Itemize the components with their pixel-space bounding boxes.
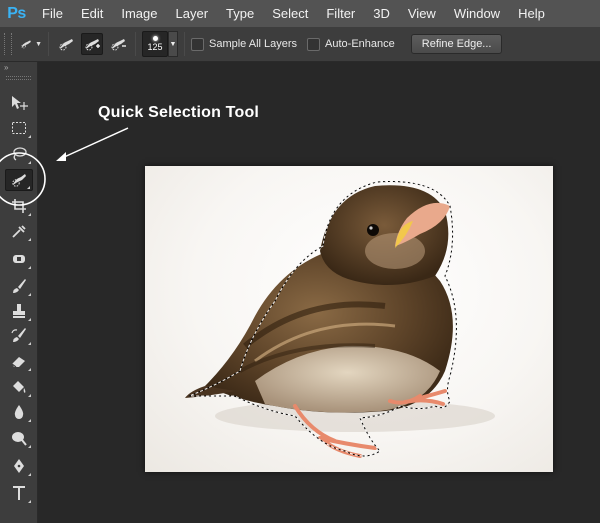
clone-stamp-tool[interactable] [5, 300, 33, 322]
subtract-selection-brush-icon [111, 39, 126, 51]
tool-flyout-indicator [28, 394, 31, 397]
paint-bucket-icon [13, 381, 26, 393]
tool-flyout-indicator [28, 213, 31, 216]
eraser-icon [11, 357, 25, 368]
new-selection-brush-icon [59, 39, 73, 51]
menu-window[interactable]: Window [445, 0, 509, 27]
tool-flyout-indicator [28, 266, 31, 269]
menu-type[interactable]: Type [217, 0, 263, 27]
chevron-down-icon: ▼ [35, 40, 42, 48]
tool-flyout-indicator [28, 161, 31, 164]
collapse-panel-button[interactable]: » [0, 62, 37, 74]
menu-view[interactable]: View [399, 0, 445, 27]
lasso-tool[interactable] [5, 143, 33, 165]
tool-flyout-indicator [28, 445, 31, 448]
auto-enhance-label: Auto-Enhance [325, 38, 395, 50]
sparrow-photo [185, 181, 495, 458]
spot-healing-brush-tool[interactable] [5, 248, 33, 270]
lasso-icon [13, 147, 27, 161]
quick-selection-icon [12, 174, 26, 187]
rectangular-marquee-tool[interactable] [5, 117, 33, 139]
bandage-icon [13, 255, 25, 263]
brush-picker-dropdown[interactable]: ▼ [168, 31, 178, 57]
menu-layer[interactable]: Layer [167, 0, 218, 27]
menu-file[interactable]: File [33, 0, 72, 27]
quick-selection-preset-icon [21, 40, 31, 49]
tool-flyout-indicator [28, 293, 31, 296]
blur-tool[interactable] [5, 401, 33, 423]
brush-picker[interactable]: 125 [142, 31, 168, 57]
add-to-selection-button[interactable] [81, 33, 103, 55]
document-image[interactable] [145, 166, 553, 472]
tool-preset-picker[interactable]: ▼ [20, 33, 42, 55]
menu-help[interactable]: Help [509, 0, 554, 27]
menu-select[interactable]: Select [263, 0, 317, 27]
brush-tool[interactable] [5, 275, 33, 297]
tool-flyout-indicator [28, 473, 31, 476]
refine-edge-button[interactable]: Refine Edge... [410, 34, 503, 54]
tools-panel: » [0, 62, 38, 523]
tool-flyout-indicator [28, 500, 31, 503]
move-tool[interactable] [5, 92, 33, 114]
eyedropper-tool[interactable] [5, 220, 33, 242]
menu-bar: Ps File Edit Image Layer Type Select Fil… [0, 0, 600, 27]
add-selection-brush-icon [85, 39, 100, 51]
options-bar: ▼ 125 ▼ Sample All Layers Auto-Enhance R… [0, 27, 600, 62]
crop-tool[interactable] [5, 195, 33, 217]
quick-selection-tool[interactable] [5, 169, 33, 191]
tool-flyout-indicator [28, 419, 31, 422]
annotation-label: Quick Selection Tool [98, 104, 260, 121]
history-brush-icon [11, 328, 26, 342]
tools-panel-grip[interactable] [6, 76, 31, 80]
auto-enhance-checkbox[interactable] [307, 37, 321, 51]
separator [184, 32, 185, 56]
brush-icon [13, 279, 26, 293]
sample-all-layers-label: Sample All Layers [209, 38, 298, 50]
menu-3d[interactable]: 3D [364, 0, 399, 27]
stamp-icon [13, 304, 25, 318]
tool-flyout-indicator [28, 135, 31, 138]
tool-flyout-indicator [28, 238, 31, 241]
subtract-from-selection-button[interactable] [107, 33, 129, 55]
menu-filter[interactable]: Filter [317, 0, 364, 27]
brush-tip-icon [152, 36, 158, 41]
dodge-tool[interactable] [5, 427, 33, 449]
type-t-icon [13, 486, 25, 500]
separator [48, 32, 49, 56]
separator [135, 32, 136, 56]
dodge-icon [12, 432, 27, 446]
chevron-down-icon: ▼ [169, 40, 177, 48]
tool-flyout-indicator [28, 318, 31, 321]
tool-flyout-indicator [28, 368, 31, 371]
crop-icon [12, 199, 26, 213]
brush-size-value: 125 [147, 42, 163, 52]
menu-edit[interactable]: Edit [72, 0, 112, 27]
sample-all-layers-checkbox[interactable] [191, 37, 204, 51]
type-tool[interactable] [5, 482, 33, 504]
pen-tool[interactable] [5, 455, 33, 477]
menu-image[interactable]: Image [112, 0, 166, 27]
water-drop-icon [14, 405, 24, 419]
eyedropper-icon [12, 225, 26, 238]
tool-flyout-indicator [27, 186, 30, 189]
move-icon [12, 96, 28, 110]
eraser-tool[interactable] [5, 350, 33, 372]
options-bar-grip[interactable] [4, 33, 12, 55]
tool-flyout-indicator [28, 342, 31, 345]
history-brush-tool[interactable] [5, 324, 33, 346]
photoshop-logo: Ps [7, 4, 26, 22]
marquee-icon [12, 122, 26, 134]
pen-nib-icon [14, 459, 24, 473]
paint-bucket-tool[interactable] [5, 376, 33, 398]
new-selection-button[interactable] [55, 33, 77, 55]
